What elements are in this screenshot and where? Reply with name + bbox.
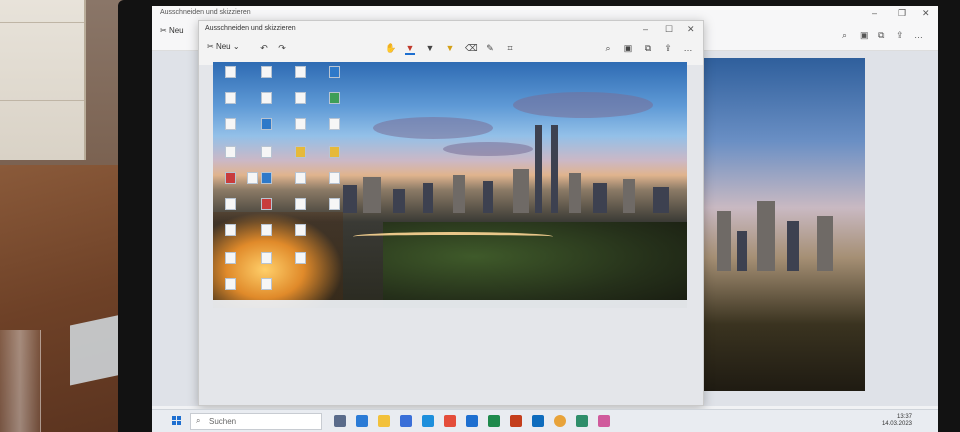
windows-taskbar: ⌕ Suchen 13:37 14.03.2023 (152, 409, 938, 432)
mail-icon[interactable] (422, 415, 434, 427)
store-icon[interactable] (400, 415, 412, 427)
maximize-icon[interactable]: ☐ (665, 24, 673, 35)
close-icon[interactable]: ✕ (922, 8, 930, 19)
front-window-toolbar: ✂ Neu ⌄ ↶ ↷ ✋ ▼ ▼ ▼ ⌫ ✎ ⌗ ⌕ ▣ ⧉ ⇪ … (199, 35, 703, 61)
office-icon[interactable] (444, 415, 456, 427)
ruler-icon[interactable]: ✎ (485, 43, 495, 53)
save-icon[interactable]: ▣ (860, 30, 869, 41)
snip-icon: ✂ (207, 42, 214, 51)
captured-desktop-screenshot (213, 62, 687, 308)
app-icon[interactable] (576, 415, 588, 427)
laptop-screen: Ausschneiden und skizzieren – ❐ ✕ ✂ Neu … (152, 6, 938, 432)
back-window-screenshot-image (697, 58, 865, 391)
zoom-icon[interactable]: ⌕ (603, 43, 613, 53)
back-window-title: Ausschneiden und skizzieren (160, 9, 251, 16)
captured-taskbar (213, 300, 687, 308)
minimize-icon[interactable]: – (643, 24, 648, 34)
snip-sketch-taskbar-icon[interactable] (598, 415, 610, 427)
minimize-icon[interactable]: – (872, 8, 877, 18)
taskbar-search[interactable]: ⌕ Suchen (190, 413, 322, 430)
search-icon: ⌕ (196, 416, 201, 425)
highlighter-icon[interactable]: ▼ (445, 43, 455, 53)
copy-icon[interactable]: ⧉ (878, 30, 884, 41)
new-snip-button[interactable]: ✂ Neu (160, 26, 184, 35)
outlook-icon[interactable] (532, 415, 544, 427)
front-window-title: Ausschneiden und skizzieren (205, 25, 296, 32)
share-icon[interactable]: ⇪ (663, 43, 673, 53)
powerpoint-icon[interactable] (510, 415, 522, 427)
undo-icon[interactable]: ↶ (259, 43, 269, 53)
excel-icon[interactable] (488, 415, 500, 427)
new-label: Neu (168, 26, 184, 35)
edge-icon[interactable] (356, 415, 368, 427)
search-placeholder: Suchen (209, 417, 237, 426)
copy-icon[interactable]: ⧉ (643, 43, 653, 53)
chrome-icon[interactable] (554, 415, 566, 427)
touch-writing-icon[interactable]: ✋ (385, 43, 396, 53)
crop-icon[interactable]: ⌗ (505, 43, 515, 53)
file-explorer-icon[interactable] (378, 415, 390, 427)
zoom-icon[interactable]: ⌕ (842, 30, 847, 41)
clock-time: 13:37 (896, 414, 912, 420)
snip-icon: ✂ (160, 26, 167, 35)
more-icon[interactable]: … (683, 43, 693, 53)
pencil-icon[interactable]: ▼ (425, 43, 435, 53)
share-icon[interactable]: ⇪ (896, 30, 904, 41)
save-icon[interactable]: ▣ (623, 43, 633, 53)
back-window-titlebar: Ausschneiden und skizzieren – ❐ ✕ (152, 6, 938, 20)
word-icon[interactable] (466, 415, 478, 427)
clock-date: 14.03.2023 (881, 421, 912, 427)
taskbar-clock[interactable]: 13:37 14.03.2023 (882, 414, 912, 428)
task-view-icon[interactable] (334, 415, 346, 427)
new-label: Neu (215, 42, 231, 51)
start-button[interactable] (172, 416, 182, 426)
overpass (353, 232, 553, 241)
drinking-glass (0, 330, 41, 432)
redo-icon[interactable]: ↷ (277, 43, 287, 53)
close-icon[interactable]: ✕ (687, 24, 695, 35)
front-snip-window: Ausschneiden und skizzieren – ☐ ✕ ✂ Neu … (198, 20, 704, 406)
white-cabinet (0, 0, 86, 160)
maximize-icon[interactable]: ❐ (898, 8, 906, 19)
eraser-icon[interactable]: ⌫ (465, 43, 478, 53)
ballpoint-pen-icon[interactable]: ▼ (405, 43, 415, 55)
new-snip-button[interactable]: ✂ Neu ⌄ (207, 42, 240, 51)
more-icon[interactable]: … (914, 30, 923, 40)
chevron-down-icon[interactable]: ⌄ (233, 42, 240, 51)
